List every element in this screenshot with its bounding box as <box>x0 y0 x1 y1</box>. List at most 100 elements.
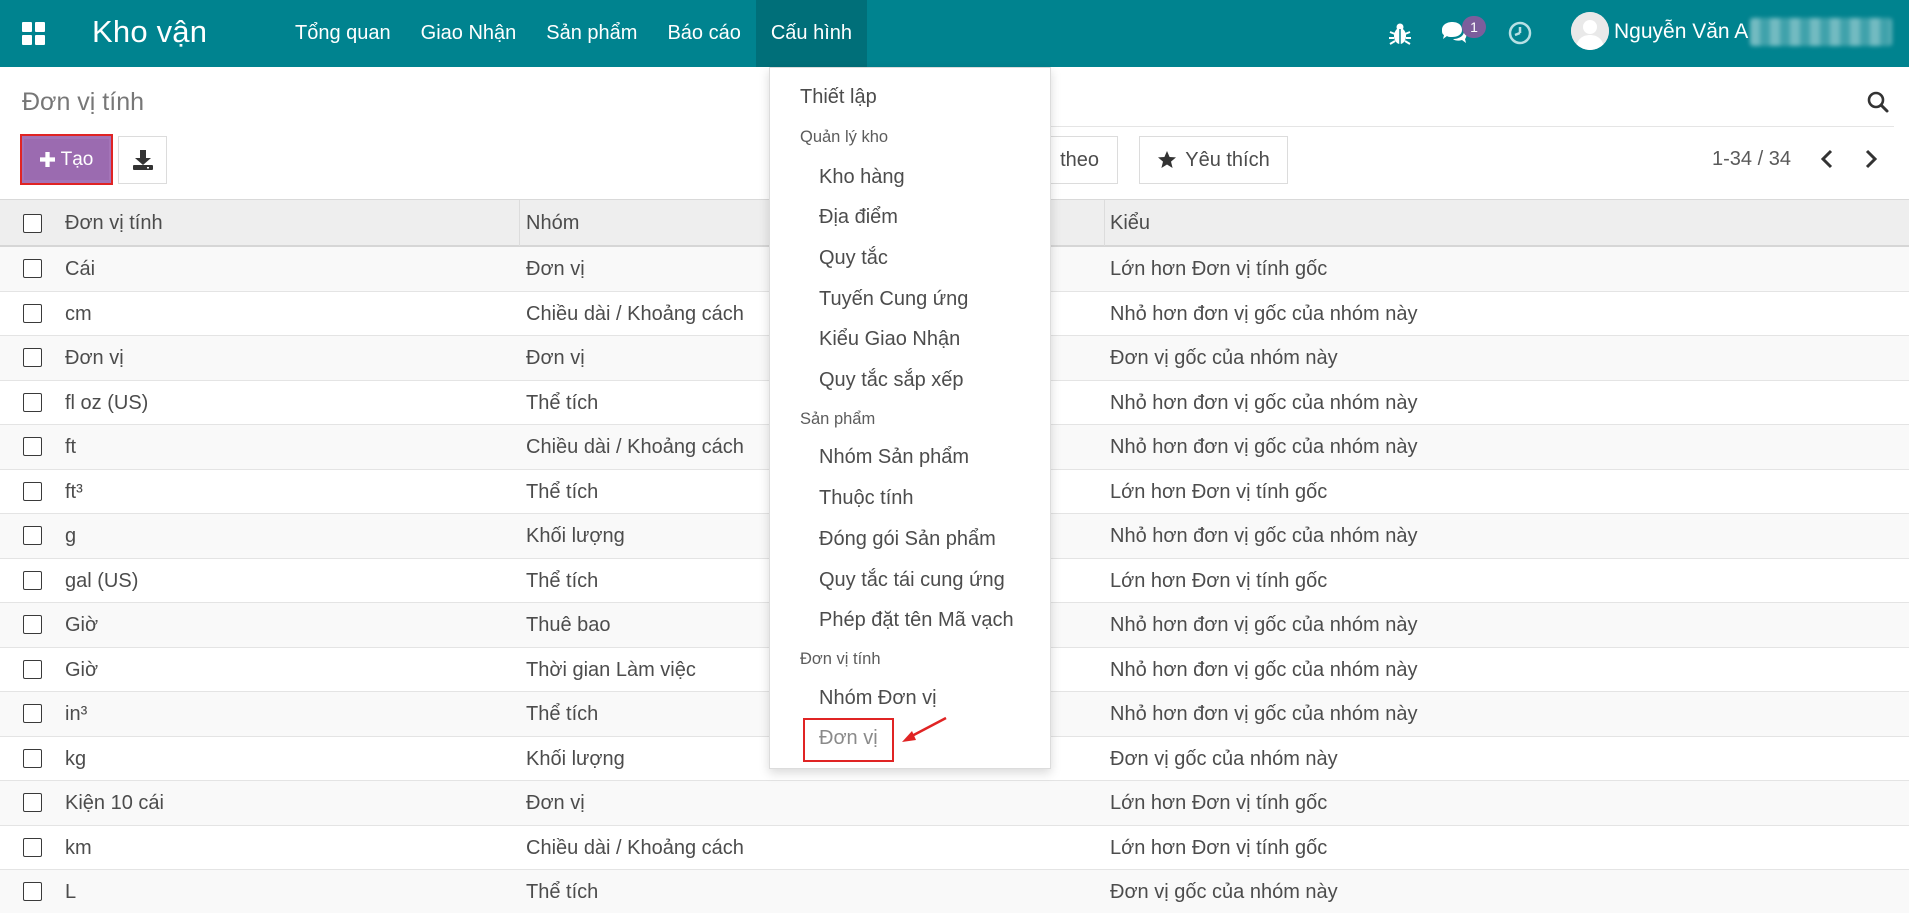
cell-group: Thể tích <box>526 881 599 903</box>
cell-name: ft³ <box>65 480 83 503</box>
pager-value[interactable]: 1-34 / 34 <box>1712 148 1791 171</box>
cell-group: Chiều dài / Khoảng cách <box>526 302 744 325</box>
row-checkbox[interactable] <box>23 392 42 412</box>
cell-group: Thời gian Làm việc <box>526 658 696 681</box>
menu-operation-types[interactable]: Kiểu Giao Nhận <box>819 328 960 351</box>
avatar[interactable] <box>1571 12 1609 50</box>
cell-name: Giờ <box>65 614 99 636</box>
row-checkbox[interactable] <box>23 570 42 590</box>
row-checkbox[interactable] <box>23 704 42 723</box>
bug-icon[interactable] <box>1388 21 1412 47</box>
search-input[interactable] <box>1040 126 1894 127</box>
cell-group: Thể tích <box>526 569 599 592</box>
cell-type: Nhỏ hơn đơn vị gốc của nhóm này <box>1110 436 1418 458</box>
menu-warehouses[interactable]: Kho hàng <box>819 166 905 189</box>
cell-name: Kiện 10 cái <box>65 792 164 814</box>
cell-name: Cái <box>65 258 96 280</box>
cell-group: Chiều dài / Khoảng cách <box>526 836 744 859</box>
configuration-dropdown: Thiết lập Quản lý kho Kho hàng Địa điểm … <box>769 67 1051 769</box>
cell-type: Lớn hơn Đơn vị tính gốc <box>1110 258 1328 280</box>
menu-attributes[interactable]: Thuộc tính <box>819 487 914 510</box>
row-checkbox[interactable] <box>23 259 42 278</box>
section-warehouse-management: Quản lý kho <box>800 128 889 146</box>
arrow-annotation-icon <box>902 716 947 742</box>
apps-grid-icon[interactable] <box>22 22 46 46</box>
favorites-button[interactable]: Yêu thích <box>1139 136 1288 184</box>
main-menu: Tổng quan Giao Nhận Sản phẩm Báo cáo Cấu… <box>280 0 867 67</box>
clock-icon[interactable] <box>1507 20 1533 46</box>
groupby-label: theo <box>1060 148 1099 171</box>
cell-type: Lớn hơn Đơn vị tính gốc <box>1110 792 1328 814</box>
row-checkbox[interactable] <box>23 348 42 367</box>
row-checkbox[interactable] <box>23 437 42 456</box>
top-navbar: Kho vận Tổng quan Giao Nhận Sản phẩm Báo… <box>0 0 1909 67</box>
menu-uom-categories[interactable]: Nhóm Đơn vị <box>819 687 937 710</box>
user-name[interactable]: Nguyễn Văn A <box>1614 20 1748 44</box>
cell-type: Đơn vị gốc của nhóm này <box>1110 747 1338 770</box>
row-checkbox[interactable] <box>23 837 42 857</box>
cell-type: Đơn vị gốc của nhóm này <box>1110 347 1338 369</box>
menu-transfers[interactable]: Giao Nhận <box>406 0 532 67</box>
row-checkbox[interactable] <box>23 882 42 901</box>
cell-name: km <box>65 836 92 859</box>
cell-group: Thể tích <box>526 480 599 503</box>
app-brand[interactable]: Kho vận <box>92 14 207 50</box>
menu-reporting[interactable]: Báo cáo <box>652 0 755 67</box>
table-row[interactable]: km Chiều dài / Khoảng cách Lớn hơn Đơn vị … <box>0 826 1909 870</box>
menu-barcode-nomenclatures[interactable]: Phép đặt tên Mã vạch <box>819 609 1014 632</box>
favorites-label: Yêu thích <box>1185 148 1270 171</box>
cell-group: Chiều dài / Khoảng cách <box>526 436 744 458</box>
download-icon <box>132 150 153 170</box>
cell-type: Nhỏ hơn đơn vị gốc của nhóm này <box>1110 614 1418 636</box>
cell-group: Thể tích <box>526 703 599 725</box>
row-checkbox[interactable] <box>23 481 42 501</box>
column-header-group[interactable]: Nhóm <box>526 212 579 235</box>
cell-name: cm <box>65 302 92 325</box>
plus-icon <box>39 152 55 167</box>
chevron-left-icon[interactable] <box>1818 147 1836 171</box>
row-checkbox[interactable] <box>23 615 42 634</box>
menu-rules[interactable]: Quy tắc <box>819 247 888 270</box>
menu-product-categories[interactable]: Nhóm Sản phẩm <box>819 446 969 469</box>
table-row[interactable]: L Thể tích Đơn vị gốc của nhóm này <box>0 870 1909 913</box>
cell-name: kg <box>65 747 87 770</box>
menu-uom[interactable]: Đơn vị <box>819 727 878 750</box>
menu-configuration[interactable]: Cấu hình <box>755 0 867 67</box>
cell-name: L <box>65 881 77 903</box>
menu-products[interactable]: Sản phẩm <box>531 0 652 67</box>
create-button[interactable]: Tạo <box>20 134 113 185</box>
download-button[interactable] <box>118 136 167 184</box>
cell-name: in³ <box>65 703 88 725</box>
menu-overview[interactable]: Tổng quan <box>280 0 406 67</box>
section-units-of-measure: Đơn vị tính <box>800 650 881 668</box>
table-row[interactable]: Kiện 10 cái Đơn vị Lớn hơn Đơn vị tính gốc <box>0 781 1909 826</box>
cell-group: Khối lượng <box>526 525 625 547</box>
page-title: Đơn vị tính <box>22 88 144 116</box>
cell-name: gal (US) <box>65 569 139 592</box>
row-checkbox[interactable] <box>23 303 42 323</box>
row-checkbox[interactable] <box>23 659 42 679</box>
menu-putaway-rules[interactable]: Quy tắc sắp xếp <box>819 369 964 392</box>
column-header-type[interactable]: Kiểu <box>1110 212 1150 235</box>
cell-group: Đơn vị <box>526 347 585 369</box>
search-icon[interactable] <box>1866 90 1890 114</box>
cell-name: Đơn vị <box>65 347 124 369</box>
star-icon <box>1158 151 1177 168</box>
cell-type: Đơn vị gốc của nhóm này <box>1110 881 1338 903</box>
row-checkbox[interactable] <box>23 526 42 545</box>
select-all-checkbox[interactable] <box>23 214 42 233</box>
menu-product-packagings[interactable]: Đóng gói Sản phẩm <box>819 528 996 551</box>
menu-routes[interactable]: Tuyến Cung ứng <box>819 288 968 311</box>
chevron-right-icon[interactable] <box>1862 147 1880 171</box>
column-header-name[interactable]: Đơn vị tính <box>65 212 163 235</box>
menu-reordering-rules[interactable]: Quy tắc tái cung ứng <box>819 569 1005 592</box>
row-checkbox[interactable] <box>23 748 42 768</box>
cell-group: Đơn vị <box>526 258 585 280</box>
cell-name: fl oz (US) <box>65 391 149 414</box>
redacted-company <box>1750 18 1892 46</box>
menu-settings[interactable]: Thiết lập <box>800 86 877 109</box>
cell-group: Khối lượng <box>526 747 625 770</box>
menu-locations[interactable]: Địa điểm <box>819 206 898 229</box>
cell-name: ft <box>65 436 77 458</box>
row-checkbox[interactable] <box>23 793 42 812</box>
